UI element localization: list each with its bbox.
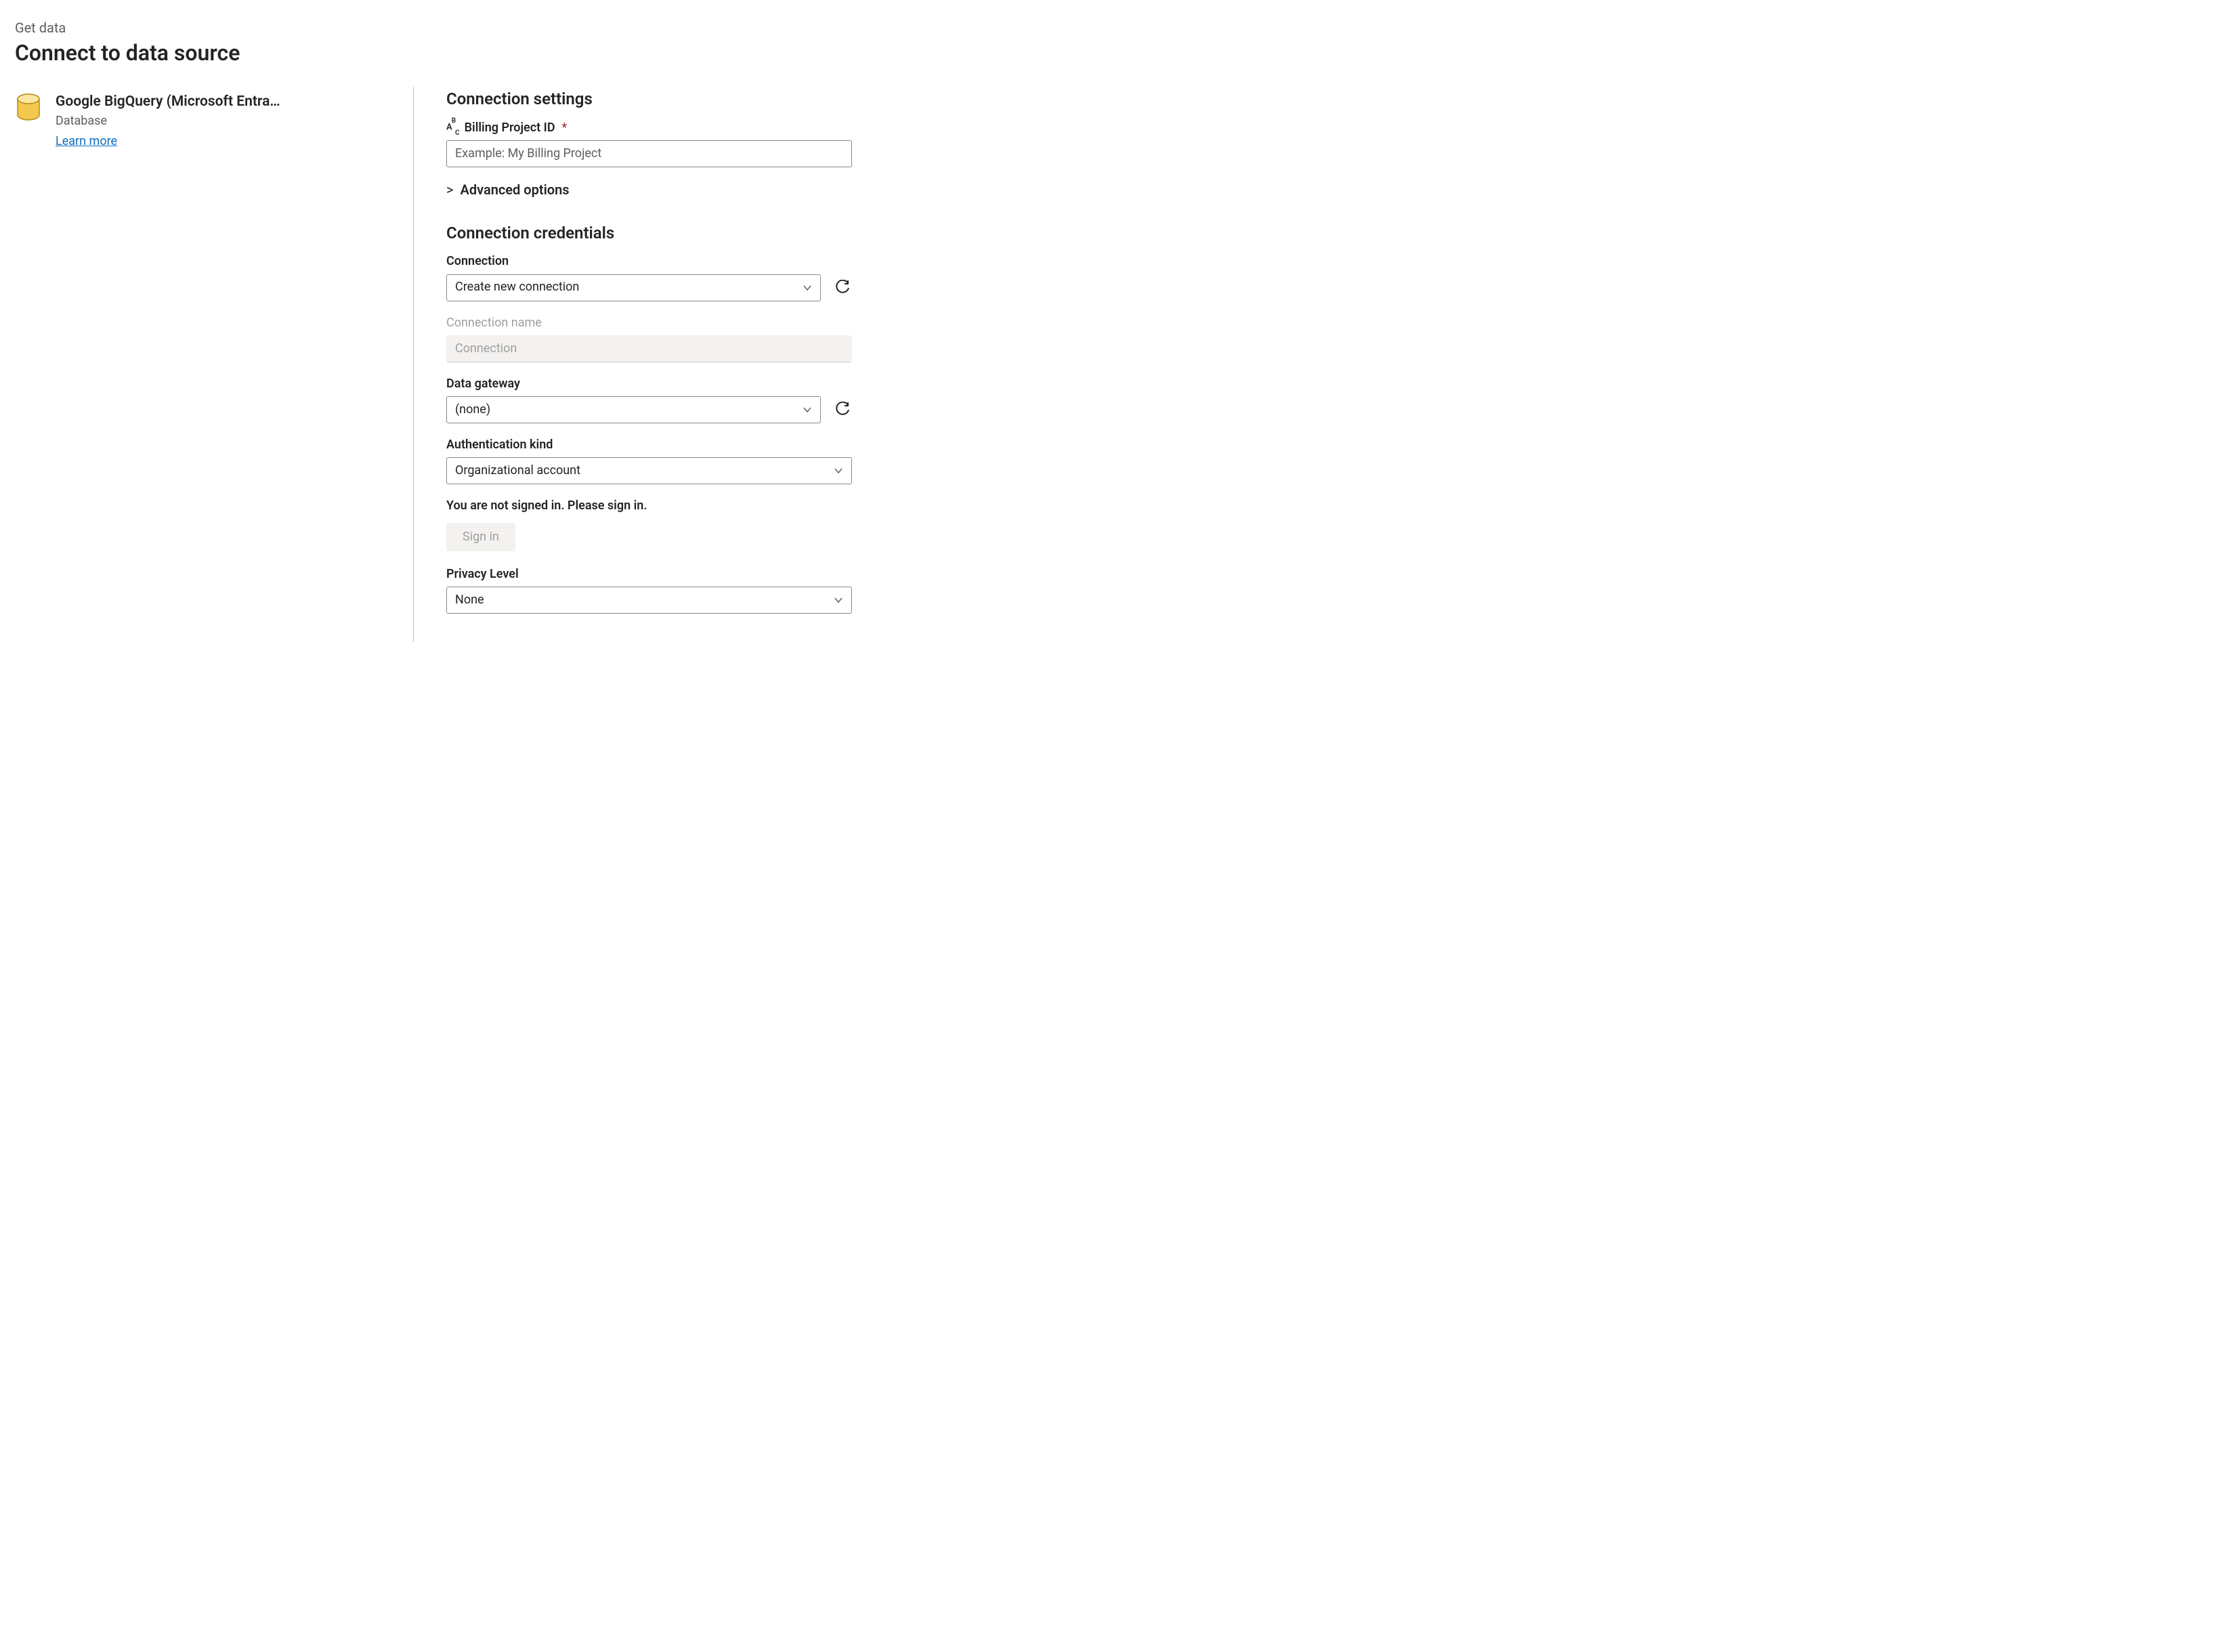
authentication-kind-select-value: Organizational account xyxy=(455,463,828,479)
privacy-level-label: Privacy Level xyxy=(446,566,852,583)
data-gateway-select-value: (none) xyxy=(455,402,797,418)
billing-project-id-label: ABC Billing Project ID * xyxy=(446,120,852,136)
connection-label: Connection xyxy=(446,253,852,270)
data-gateway-select[interactable]: (none) xyxy=(446,396,821,423)
privacy-level-select[interactable]: None xyxy=(446,587,852,614)
connection-name-input xyxy=(446,335,852,362)
connection-settings-heading: Connection settings xyxy=(446,88,852,110)
signin-status-text: You are not signed in. Please sign in. xyxy=(446,498,852,514)
authentication-kind-label: Authentication kind xyxy=(446,437,852,453)
required-marker: * xyxy=(562,120,568,136)
connection-select-value: Create new connection xyxy=(455,279,797,295)
chevron-down-icon xyxy=(834,595,843,605)
refresh-gateway-button[interactable] xyxy=(833,400,852,419)
chevron-down-icon xyxy=(834,466,843,475)
connection-credentials-heading: Connection credentials xyxy=(446,222,852,244)
advanced-options-label: Advanced options xyxy=(460,181,569,199)
chevron-right-icon: > xyxy=(446,181,453,199)
billing-project-id-label-text: Billing Project ID xyxy=(465,120,555,136)
refresh-icon xyxy=(834,280,851,296)
refresh-connection-button[interactable] xyxy=(833,278,852,297)
data-gateway-label: Data gateway xyxy=(446,376,852,392)
data-source-name: Google BigQuery (Microsoft Entra… xyxy=(56,92,280,111)
vertical-divider xyxy=(413,87,414,642)
privacy-level-select-value: None xyxy=(455,592,828,608)
authentication-kind-select[interactable]: Organizational account xyxy=(446,457,852,484)
chevron-down-icon xyxy=(803,405,812,415)
breadcrumb: Get data xyxy=(15,19,852,37)
learn-more-link[interactable]: Learn more xyxy=(56,133,117,150)
database-icon xyxy=(15,93,42,122)
connection-select[interactable]: Create new connection xyxy=(446,274,821,301)
sign-in-button[interactable]: Sign in xyxy=(446,523,515,551)
connection-name-label: Connection name xyxy=(446,315,852,331)
data-source-category: Database xyxy=(56,113,280,129)
refresh-icon xyxy=(834,402,851,418)
advanced-options-toggle[interactable]: > Advanced options xyxy=(446,181,852,199)
text-type-icon: ABC xyxy=(446,121,459,134)
billing-project-id-input[interactable] xyxy=(446,140,852,167)
chevron-down-icon xyxy=(803,283,812,293)
page-title: Connect to data source xyxy=(15,39,852,68)
